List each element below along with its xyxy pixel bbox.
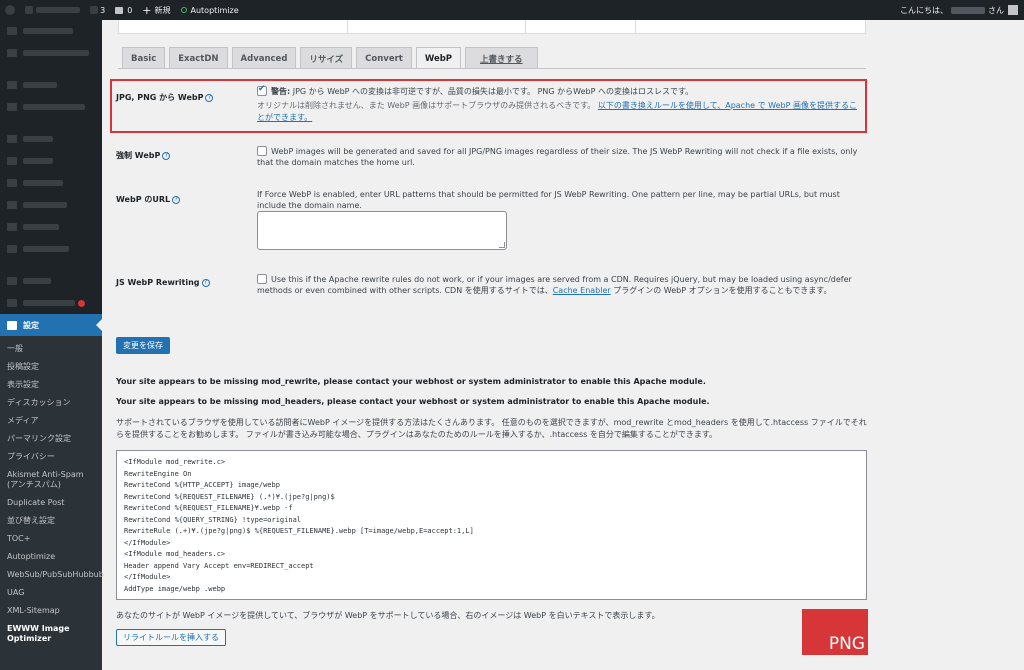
- jpg-png-webp-description: オリジナルは削除されません、また WebP 画像はサポートブラウザのみ提供される…: [257, 101, 857, 122]
- submenu-item-toc[interactable]: TOC+: [0, 530, 102, 548]
- jpg-png-webp-label: JPG, PNG から WebP?: [116, 92, 214, 103]
- menu-item[interactable]: [0, 42, 102, 64]
- updates-menu[interactable]: 3: [85, 0, 111, 20]
- js-webp-description: Use this if the Apache rewrite rules do …: [257, 275, 852, 295]
- menu-icon: [7, 179, 17, 187]
- tab-convert[interactable]: Convert: [356, 47, 412, 69]
- status-table: [118, 20, 866, 34]
- webp-url-description: If Force WebP is enabled, enter URL patt…: [257, 190, 840, 210]
- menu-item[interactable]: [0, 128, 102, 150]
- new-content-menu[interactable]: + 新規: [137, 0, 175, 20]
- settings-tabs: Basic ExactDN Advanced リサイズ Convert WebP…: [122, 47, 542, 69]
- insert-rewrite-rules-button[interactable]: リライトルールを挿入する: [116, 629, 226, 646]
- menu-item[interactable]: [0, 150, 102, 172]
- submenu-item-writing[interactable]: 投稿設定: [0, 358, 102, 376]
- webp-test-image: PNG: [802, 609, 868, 655]
- force-webp-label: 強制 WebP?: [116, 150, 171, 161]
- tab-exactdn[interactable]: ExactDN: [169, 47, 228, 69]
- menu-icon: [7, 27, 17, 35]
- help-icon[interactable]: ?: [205, 94, 214, 102]
- menu-icon: [7, 245, 17, 253]
- menu-item[interactable]: [0, 238, 102, 260]
- menu-item[interactable]: [0, 172, 102, 194]
- webp-test-description: あなたのサイトが WebP イメージを提供していて、ブラウザが WebP をサポ…: [116, 611, 660, 620]
- submenu-item-media[interactable]: メディア: [0, 412, 102, 430]
- comments-menu[interactable]: 0: [110, 0, 137, 20]
- menu-icon: [7, 201, 17, 209]
- tab-advanced[interactable]: Advanced: [231, 47, 297, 69]
- submenu-item-sort-order[interactable]: 並び替え設定: [0, 512, 102, 530]
- help-icon[interactable]: ?: [201, 279, 210, 287]
- menu-icon: [7, 103, 17, 111]
- submenu-item-discussion[interactable]: ディスカッション: [0, 394, 102, 412]
- save-button[interactable]: 変更を保存: [116, 337, 170, 354]
- menu-icon: [7, 49, 17, 57]
- methods-description: サポートされているブラウザを使用している訪問者にWebP イメージを提供する方法…: [116, 418, 867, 439]
- menu-item[interactable]: [0, 194, 102, 216]
- menu-item[interactable]: [0, 270, 102, 292]
- settings-submenu: 一般 投稿設定 表示設定 ディスカッション メディア パーマリンク設定 プライバ…: [0, 336, 104, 670]
- jpg-png-webp-checkbox[interactable]: [257, 84, 267, 96]
- menu-icon: [7, 223, 17, 231]
- submenu-item-duplicate-post[interactable]: Duplicate Post: [0, 494, 102, 512]
- pending-count: 0: [127, 5, 133, 15]
- site-name-menu[interactable]: [20, 0, 85, 20]
- cache-enabler-link[interactable]: Cache Enabler: [553, 286, 611, 295]
- htaccess-rules-code[interactable]: <IfModule mod_rewrite.c> RewriteEngine On…: [116, 450, 867, 600]
- tab-overwrite[interactable]: 上書きする: [465, 47, 538, 69]
- menu-icon: [7, 277, 17, 285]
- username-redacted: [951, 6, 985, 14]
- menu-icon: [7, 135, 17, 143]
- mod-headers-notice: Your site appears to be missing mod_head…: [116, 397, 710, 406]
- menu-icon: [7, 299, 17, 307]
- menu-item[interactable]: [0, 292, 102, 314]
- force-webp-description: WebP images will be generated and saved …: [257, 147, 858, 167]
- submenu-item-ewww[interactable]: EWWW Image Optimizer: [0, 620, 102, 648]
- webp-url-textarea[interactable]: [257, 211, 507, 250]
- admin-bar: 3 0 + 新規 Autoptimize こんにちは、 さん: [0, 0, 1024, 20]
- submenu-item-akismet[interactable]: Akismet Anti-Spam (アンチスパム): [0, 466, 102, 494]
- submenu-item-autoptimize[interactable]: Autoptimize: [0, 548, 102, 566]
- submenu-item-permalinks[interactable]: パーマリンク設定: [0, 430, 102, 448]
- menu-item[interactable]: [0, 74, 102, 96]
- avatar: [1008, 5, 1018, 15]
- tab-webp[interactable]: WebP: [415, 47, 462, 69]
- menu-item-dashboard[interactable]: [0, 20, 102, 42]
- submenu-item-websub[interactable]: WebSub/PubSubHubbub: [0, 566, 104, 584]
- help-icon[interactable]: ?: [172, 196, 181, 204]
- tab-basic[interactable]: Basic: [122, 47, 166, 69]
- plus-icon: +: [142, 3, 152, 17]
- my-account-menu[interactable]: こんにちは、 さん: [900, 5, 1024, 16]
- menu-item-settings[interactable]: 設定: [0, 314, 102, 336]
- menu-item[interactable]: [0, 216, 102, 238]
- mod-rewrite-notice: Your site appears to be missing mod_rewr…: [116, 377, 706, 386]
- submenu-item-uag[interactable]: UAG: [0, 584, 102, 602]
- submenu-item-xml-sitemap[interactable]: XML-Sitemap: [0, 602, 102, 620]
- comment-icon: [115, 6, 124, 14]
- submenu-item-reading[interactable]: 表示設定: [0, 376, 102, 394]
- menu-icon: [7, 157, 17, 165]
- js-webp-label: JS WebP Rewriting?: [116, 278, 210, 287]
- tab-resize[interactable]: リサイズ: [300, 47, 353, 69]
- comments-count: 3: [100, 5, 106, 15]
- help-icon[interactable]: ?: [162, 152, 171, 160]
- main-content: Basic ExactDN Advanced リサイズ Convert WebP…: [102, 20, 1024, 670]
- jpg-png-webp-warning: 警告: JPG から WebP への変換は非可逆ですが、品質の損失は最小です。 …: [271, 87, 694, 96]
- wordpress-logo-icon[interactable]: [0, 0, 20, 20]
- submenu-item-privacy[interactable]: プライバシー: [0, 448, 102, 466]
- autoptimize-menu[interactable]: Autoptimize: [176, 0, 244, 20]
- status-dot-icon: [180, 7, 187, 13]
- admin-sidebar: 設定 一般 投稿設定 表示設定 ディスカッション メディア パーマリンク設定 プ…: [0, 20, 104, 670]
- menu-item[interactable]: [0, 96, 102, 118]
- settings-icon: [7, 320, 17, 330]
- webp-url-label: WebP のURL?: [116, 194, 181, 205]
- submenu-item-general[interactable]: 一般: [0, 340, 102, 358]
- menu-icon: [7, 81, 17, 89]
